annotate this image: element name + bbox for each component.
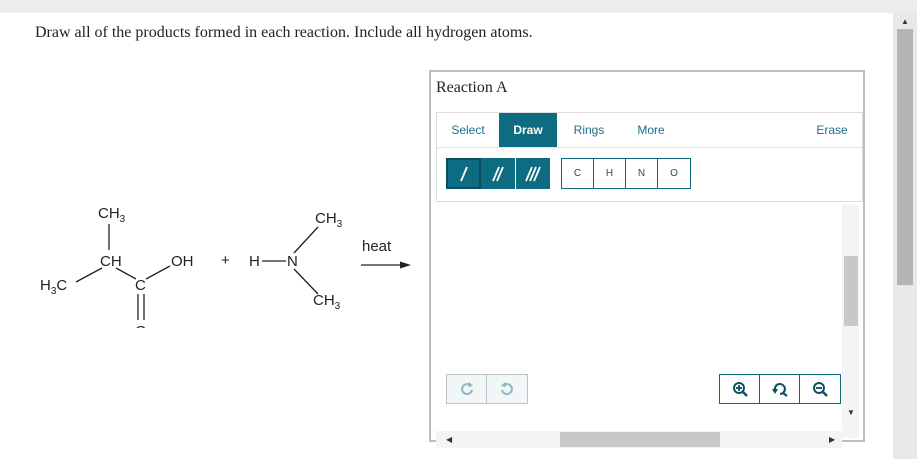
page-scroll-thumb[interactable]	[897, 29, 913, 285]
drawing-panel: Reaction A Select Draw Rings More Erase	[429, 70, 865, 448]
zoom-out-button[interactable]	[800, 375, 840, 403]
ch-label: CH	[100, 253, 122, 270]
zoom-out-icon	[813, 382, 828, 397]
bond	[293, 268, 319, 295]
tab-erase[interactable]: Erase	[807, 113, 857, 147]
bond	[293, 226, 319, 254]
page-scrollbar[interactable]: ▲	[893, 13, 917, 459]
reaction-scheme: CH3 CH H3C C OH O + H N CH3 CH3 heat	[40, 205, 411, 328]
carbonyl-carbon-label: C	[135, 277, 146, 294]
arrowhead-icon	[400, 261, 411, 269]
tab-draw[interactable]: Draw	[499, 113, 557, 147]
carbonyl-oxygen-label: O	[135, 323, 147, 328]
amine-ch3-bottom-label: CH3	[313, 292, 341, 312]
panel-title: Reaction A	[436, 79, 508, 96]
question-prompt: Draw all of the products formed in each …	[35, 24, 533, 41]
heat-label: heat	[362, 238, 392, 255]
zoom-reset-icon	[771, 383, 788, 397]
sketcher-toolbar: Select Draw Rings More Erase C H N O	[436, 112, 863, 202]
canvas-vertical-scrollbar[interactable]: ▼	[842, 205, 859, 438]
atom-oxygen-button[interactable]: O	[658, 159, 690, 188]
amine-h-label: H	[249, 253, 260, 270]
question-page: Draw all of the products formed in each …	[0, 13, 893, 459]
single-bond-icon	[459, 166, 468, 181]
plus-sign: +	[221, 252, 230, 269]
tab-more[interactable]: More	[626, 113, 676, 147]
triple-bond-icon	[525, 166, 541, 181]
h3c-label: H3C	[40, 277, 67, 297]
bond	[75, 267, 103, 283]
zoom-button-group	[719, 374, 841, 404]
zoom-in-icon	[732, 382, 748, 397]
bond	[145, 265, 171, 280]
vertical-scroll-thumb[interactable]	[844, 256, 858, 326]
double-bond-icon	[492, 166, 504, 181]
canvas-horizontal-scrollbar[interactable]: ◀ ▶	[436, 431, 842, 448]
zoom-in-button[interactable]	[720, 375, 760, 403]
redo-icon	[501, 382, 513, 396]
oh-label: OH	[171, 253, 194, 270]
page-scroll-up-icon[interactable]: ▲	[901, 17, 909, 26]
bond	[115, 267, 137, 280]
atom-carbon-button[interactable]: C	[562, 159, 594, 188]
atom-hydrogen-button[interactable]: H	[594, 159, 626, 188]
ch3-top-label: CH3	[98, 205, 126, 225]
redo-button[interactable]	[487, 375, 527, 403]
atom-nitrogen-button[interactable]: N	[626, 159, 658, 188]
double-bond-button[interactable]	[481, 158, 516, 189]
tab-select[interactable]: Select	[443, 113, 493, 147]
scroll-down-icon[interactable]: ▼	[847, 408, 855, 417]
undo-icon	[460, 382, 473, 396]
atom-tool-group: C H N O	[561, 158, 691, 189]
history-button-group	[446, 374, 528, 404]
bond-tool-group	[446, 158, 551, 189]
zoom-reset-button[interactable]	[760, 375, 800, 403]
scroll-right-icon[interactable]: ▶	[829, 435, 835, 444]
amine-ch3-top-label: CH3	[315, 210, 343, 230]
amine-n-label: N	[287, 253, 298, 270]
single-bond-button[interactable]	[446, 158, 481, 189]
horizontal-scroll-thumb[interactable]	[560, 432, 720, 447]
tab-bar: Select Draw Rings More Erase	[437, 113, 862, 148]
scroll-left-icon[interactable]: ◀	[446, 435, 452, 444]
undo-button[interactable]	[447, 375, 487, 403]
tab-rings[interactable]: Rings	[564, 113, 614, 147]
triple-bond-button[interactable]	[516, 158, 551, 189]
